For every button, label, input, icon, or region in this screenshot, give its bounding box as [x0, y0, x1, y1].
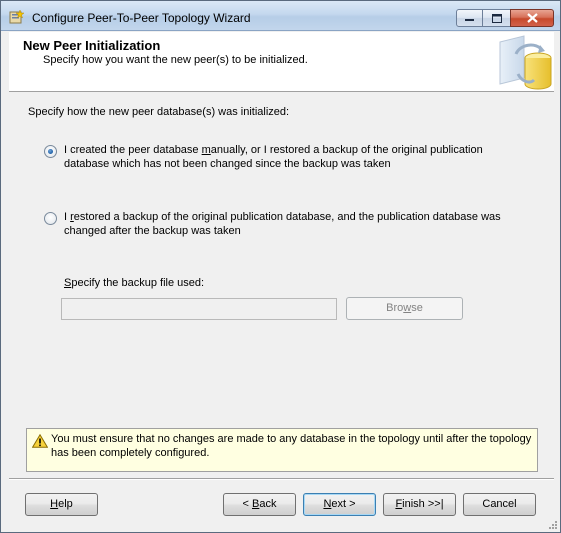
next-button[interactable]: Next >	[303, 493, 376, 516]
browse-button[interactable]: Browse	[346, 297, 463, 320]
back-button[interactable]: < Back	[223, 493, 296, 516]
close-icon	[526, 13, 538, 23]
warning-triangle-icon	[32, 434, 48, 448]
maximize-icon	[491, 13, 502, 23]
title-bar[interactable]: Configure Peer-To-Peer Topology Wizard	[1, 1, 560, 31]
backup-file-input[interactable]	[61, 298, 337, 320]
resize-grip-icon[interactable]	[547, 519, 557, 529]
page-subtitle: Specify how you want the new peer(s) to …	[43, 54, 308, 66]
minimize-button[interactable]	[456, 9, 483, 27]
minimize-icon	[465, 19, 474, 21]
initialization-prompt: Specify how the new peer database(s) was…	[28, 106, 290, 118]
page-title: New Peer Initialization	[23, 38, 161, 53]
finish-button[interactable]: Finish >>|	[383, 493, 456, 516]
help-button[interactable]: Help	[25, 493, 98, 516]
option-changed-after-backup[interactable]: I restored a backup of the original publ…	[44, 210, 524, 238]
maximize-button[interactable]	[482, 9, 511, 27]
footer-divider	[9, 478, 554, 480]
radio-restored-changed[interactable]	[44, 212, 57, 225]
window-title: Configure Peer-To-Peer Topology Wizard	[32, 11, 251, 25]
wizard-body: Specify how the new peer database(s) was…	[9, 94, 554, 474]
caption-buttons	[456, 9, 554, 27]
wizard-header: New Peer Initialization Specify how you …	[9, 32, 554, 92]
warning-text: You must ensure that no changes are made…	[51, 433, 532, 459]
wizard-window: Configure Peer-To-Peer Topology Wizard N…	[0, 0, 561, 533]
option-manual-or-unchanged-backup[interactable]: I created the peer database manually, or…	[44, 143, 524, 171]
database-sync-icon	[499, 35, 552, 90]
cancel-button[interactable]: Cancel	[463, 493, 536, 516]
wizard-app-icon	[9, 9, 25, 24]
radio-manual[interactable]	[44, 145, 57, 158]
close-button[interactable]	[510, 9, 554, 27]
option-label-restored-changed: I restored a backup of the original publ…	[64, 211, 501, 237]
backup-file-label: Specify the backup file used:	[64, 277, 205, 289]
warning-box: You must ensure that no changes are made…	[26, 428, 538, 472]
option-label-manual: I created the peer database manually, or…	[64, 144, 483, 170]
